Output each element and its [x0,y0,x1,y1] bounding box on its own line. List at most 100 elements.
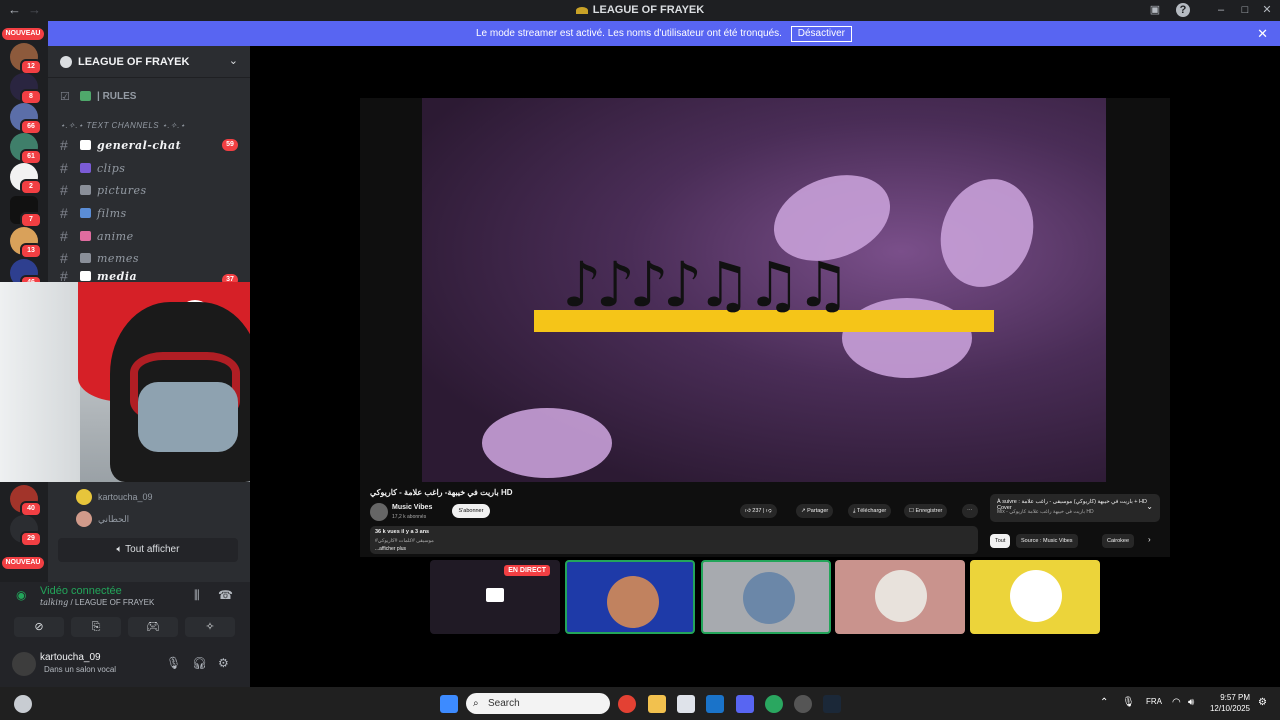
camera-off-button[interactable]: ⊘ [14,617,64,637]
voice-user[interactable]: الحطاني [76,510,129,528]
mention-count: 59 [222,139,238,151]
checkbox-icon: ☑ [60,90,70,103]
store-icon[interactable] [677,695,695,713]
wifi-icon[interactable]: ◠ [1172,697,1181,708]
like-button[interactable]: 👍︎ 237 | 👎︎ [740,504,777,518]
chrome-alt-icon[interactable] [765,695,783,713]
signal-icon[interactable]: ◉ [16,588,26,602]
mention-count: 37 [222,274,238,282]
up-next-card[interactable]: À suivre : باريت في خيبهة (كاريوكي) موسي… [990,494,1160,522]
channel-general-chat[interactable]: # general-chat 59 [56,135,242,155]
server-icon[interactable]: 2 [10,163,42,195]
channel-name[interactable]: Music Vibes [392,504,432,511]
participant-tile[interactable] [835,560,965,634]
chip-cairokee[interactable]: Cairokee [1102,534,1135,548]
window-title: LEAGUE OF FRAYEK [0,4,1280,16]
server-icon[interactable]: 29 [10,515,42,547]
joystick-icon [80,253,91,263]
soundboard-button[interactable]: ✧ [185,617,235,637]
show-all-button[interactable]: 🔈︎ Tout afficher [58,538,238,562]
language-indicator[interactable]: FRA [1146,697,1162,706]
server-icon[interactable]: 7 [10,196,42,228]
hash-icon: # [60,250,68,266]
channel-clips[interactable]: # clips [56,158,242,178]
title-bar: ← → LEAGUE OF FRAYEK ▣ ? – □ ✕ [0,0,1280,21]
app-icon[interactable] [794,695,812,713]
video-player[interactable]: ♪♪♪♪♫♫♫ [422,98,1106,482]
channel-anime[interactable]: # anime [56,226,242,246]
channel-films[interactable]: # films [56,203,242,223]
microphone-icon[interactable]: 🎙︎ [166,656,181,670]
flower [482,408,612,478]
chevron-down-icon[interactable]: ⌄ [229,54,238,67]
server-icon[interactable]: 40 [10,485,42,517]
voice-channel[interactable]: talking / LEAGUE OF FRAYEK [40,598,154,607]
notification-icon[interactable]: ⚙ [1258,697,1267,708]
maximize-icon[interactable]: □ [1238,3,1252,17]
media-icon [80,271,91,281]
chevron-down-icon[interactable]: ⌄ [1146,502,1153,511]
channel-rules[interactable]: ☑ | RULES [56,86,242,106]
speaker-icon: 🔈︎ [116,544,126,555]
disable-streamer-button[interactable]: Désactiver [790,26,852,42]
chip-source[interactable]: Source : Music Vibes [1016,534,1078,548]
save-button[interactable]: ☐ Enregistrer [904,504,948,518]
stream-preview-tile[interactable]: EN DIRECT [430,560,560,634]
chip-all[interactable]: Tout [990,534,1011,548]
share-button[interactable]: ↗ Partager [796,504,834,518]
channel-pictures[interactable]: # pictures [56,180,242,200]
video-description[interactable]: 36 k vues il y a 3 ans #موسيقى #كلمات #ك… [370,526,978,554]
clapper-icon [80,163,91,173]
server-icon[interactable]: 8 [10,73,42,105]
channel-memes[interactable]: # memes [56,248,242,268]
subscribe-button[interactable]: S'abonner [452,504,490,518]
microphone-tray-icon[interactable]: 🎙︎ [1122,697,1135,708]
settings-gear-icon[interactable]: ⚙ [218,656,229,670]
webcam-tile[interactable] [565,560,695,634]
taskbar-search[interactable]: ⌕ Search [466,693,610,714]
chevron-up-icon[interactable]: ⌃ [1100,697,1108,708]
disconnect-icon[interactable]: ☎ [218,588,233,602]
voice-user[interactable]: kartoucha_09 [76,488,153,506]
channel-avatar[interactable] [370,503,388,521]
hash-icon: # [60,228,68,244]
close-banner-icon[interactable]: ✕ [1257,21,1268,46]
close-window-icon[interactable]: ✕ [1260,3,1274,17]
noise-suppression-icon[interactable]: ⫼ [194,588,200,603]
voice-status[interactable]: Vidéo connectée [40,585,122,597]
flower [925,165,1049,301]
server-icon[interactable]: 13 [10,227,42,259]
discord-icon[interactable] [736,695,754,713]
server-icon[interactable]: 66 [10,103,42,135]
help-icon[interactable]: ? [1176,3,1190,17]
video-title[interactable]: باريت في خيبهة- راغب علامة - كاريوكي HD [370,488,513,497]
inbox-icon[interactable]: ▣ [1148,3,1162,17]
channel-media[interactable]: # media 37 [56,270,242,282]
stream-stage: ♪♪♪♪♫♫♫ باريت في خيبهة- راغب علامة - كار… [250,46,1280,687]
category-header[interactable]: ⋆.✧.⋆ TEXT CHANNELS ⋆.✧.⋆ [60,121,186,130]
more-icon[interactable]: ⋯ [962,504,978,518]
participant-tile[interactable] [970,560,1100,634]
chevron-right-icon[interactable]: › [1148,535,1151,544]
chrome-icon[interactable] [618,695,636,713]
speech-icon [80,140,91,150]
avatar [76,489,92,505]
screen-share-button[interactable]: ⎘ [71,617,121,637]
volume-icon[interactable]: 🔊︎ [1188,697,1194,708]
server-icon[interactable]: 61 [10,133,42,165]
file-explorer-icon[interactable] [648,695,666,713]
outlook-icon[interactable] [706,695,724,713]
activity-button[interactable]: 🎮︎ [128,617,178,637]
minimize-icon[interactable]: – [1214,3,1228,17]
steam-icon[interactable] [823,695,841,713]
windows-start-icon[interactable] [440,695,458,713]
avatar[interactable] [12,652,36,676]
download-button[interactable]: ⤓ Télécharger [848,504,892,518]
youtube-stream[interactable]: ♪♪♪♪♫♫♫ باريت في خيبهة- راغب علامة - كار… [360,98,1170,557]
weather-icon[interactable] [14,695,32,713]
participant-tile[interactable] [701,560,831,634]
headphones-icon[interactable]: 🎧︎ [192,656,207,670]
server-icon[interactable]: 12 [10,43,42,75]
system-clock[interactable]: 9:57 PM 12/10/2025 [1206,692,1250,714]
guild-header[interactable]: LEAGUE OF FRAYEK ⌄ [48,46,250,78]
